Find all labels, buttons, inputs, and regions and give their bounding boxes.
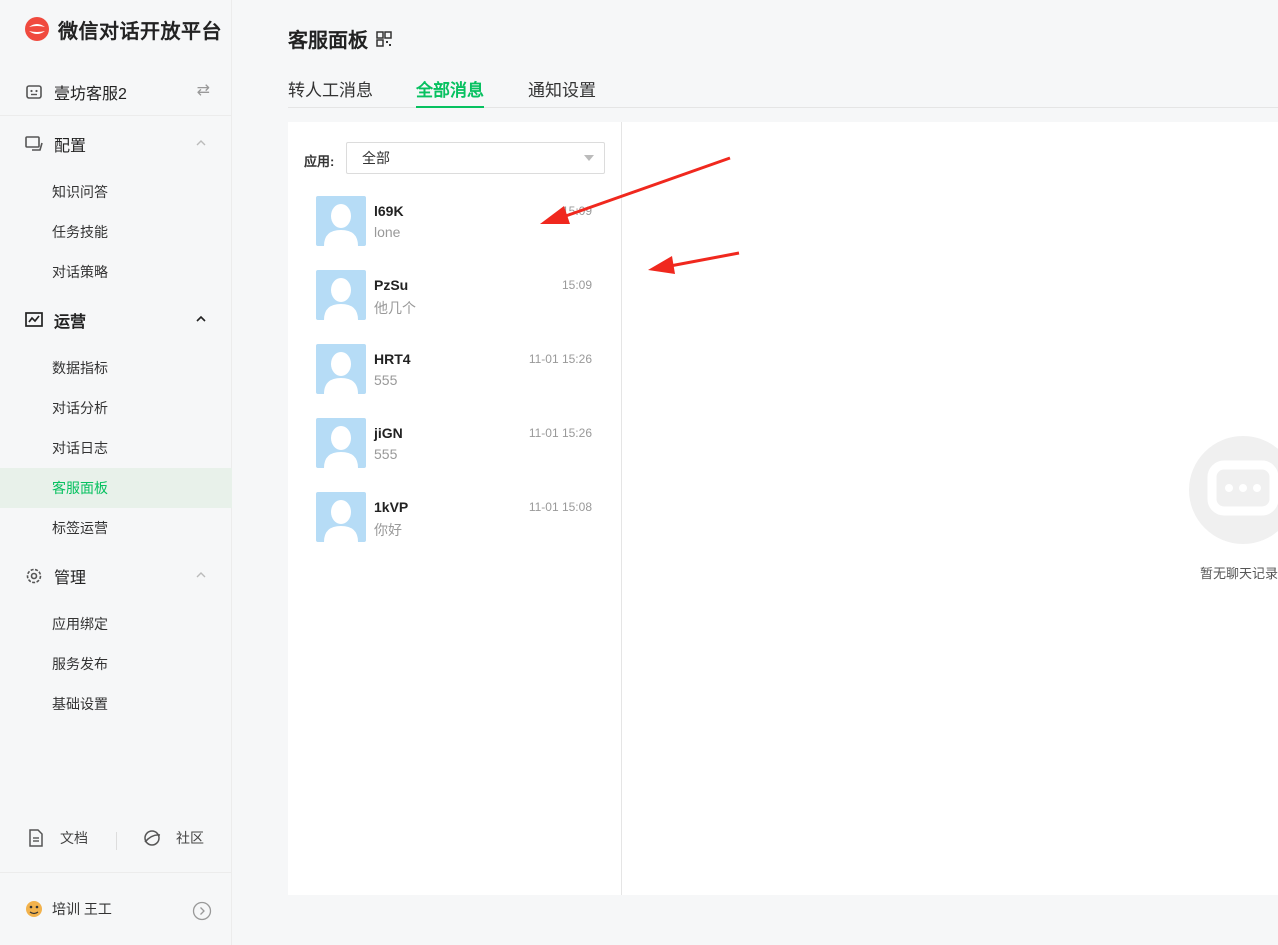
logo-text: 微信对话开放平台 — [58, 20, 222, 43]
page-title: 客服面板 — [288, 24, 392, 53]
contact-name: l69K — [374, 203, 404, 219]
sidebar-item-service-publish[interactable]: 服务发布 — [0, 644, 232, 684]
list-item[interactable]: l69K lone 15:09 — [316, 196, 596, 252]
service-panel: 应用: 全部 l69K lone 15:09 PzSu 他几个 15:09 HR — [288, 122, 1278, 895]
account-switcher[interactable]: 壹坊客服2 ⇄ — [0, 68, 232, 116]
user-silhouette-icon — [324, 426, 358, 468]
sidebar-item-basic-settings[interactable]: 基础设置 — [0, 684, 232, 724]
robot-icon — [26, 84, 42, 99]
nav-group-management[interactable]: 管理 — [0, 552, 232, 600]
sidebar-item-knowledge-qa[interactable]: 知识问答 — [0, 172, 232, 212]
message-time: 15:09 — [561, 204, 592, 218]
tab-notification-settings[interactable]: 通知设置 — [528, 76, 596, 108]
contact-name: jiGN — [374, 425, 403, 441]
last-message: 他几个 — [374, 300, 416, 316]
caret-down-icon — [584, 155, 594, 161]
sidebar-item-tag-operations[interactable]: 标签运营 — [0, 508, 232, 548]
avatar — [316, 492, 366, 542]
chevron-up-icon — [196, 315, 206, 322]
user-silhouette-icon — [324, 204, 358, 246]
nav-group-label: 运营 — [54, 314, 87, 331]
tab-bar: 转人工消息 全部消息 通知设置 — [288, 66, 1278, 108]
avatar — [316, 418, 366, 468]
account-name: 壹坊客服2 — [54, 85, 127, 103]
docs-link[interactable]: 文档 — [26, 828, 88, 848]
message-time: 11-01 15:26 — [528, 426, 592, 440]
sidebar-item-dialog-analysis[interactable]: 对话分析 — [0, 388, 232, 428]
sidebar-item-dialog-strategy[interactable]: 对话策略 — [0, 252, 232, 292]
sidebar-item-data-metrics[interactable]: 数据指标 — [0, 348, 232, 388]
sidebar-item-task-skills[interactable]: 任务技能 — [0, 212, 232, 252]
empty-chat-icon — [1189, 436, 1278, 544]
chevron-up-icon — [196, 140, 206, 146]
conversation-list-pane: 应用: 全部 l69K lone 15:09 PzSu 他几个 15:09 HR — [288, 122, 622, 895]
app-filter-label: 应用: — [304, 154, 335, 169]
contact-name: 1kVP — [374, 499, 409, 515]
logo[interactable]: 微信对话开放平台 — [24, 14, 222, 44]
message-time: 15:09 — [561, 278, 592, 292]
community-link[interactable]: 社区 — [142, 828, 204, 848]
gear-icon — [26, 568, 42, 584]
document-icon — [29, 829, 43, 847]
avatar — [316, 344, 366, 394]
community-icon — [144, 830, 161, 846]
chat-detail-pane: 暂无聊天记录 — [622, 122, 1278, 895]
contact-name: HRT4 — [374, 351, 411, 367]
user-silhouette-icon — [324, 500, 358, 542]
list-item[interactable]: HRT4 555 11-01 15:26 — [316, 344, 596, 400]
docs-label: 文档 — [60, 830, 88, 846]
config-icon — [25, 136, 43, 151]
switch-account-icon[interactable]: ⇄ — [197, 80, 210, 100]
message-time: 11-01 15:08 — [528, 500, 592, 514]
page-title-text: 客服面板 — [288, 30, 368, 52]
avatar — [316, 270, 366, 320]
contact-name: PzSu — [374, 277, 409, 293]
avatar — [316, 196, 366, 246]
list-item[interactable]: jiGN 555 11-01 15:26 — [316, 418, 596, 474]
chart-icon — [25, 312, 43, 327]
app-filter-select[interactable]: 全部 — [346, 142, 605, 174]
divider — [116, 832, 117, 850]
chevron-right-circle-icon[interactable] — [192, 901, 212, 921]
tab-transfer-messages[interactable]: 转人工消息 — [288, 76, 373, 108]
empty-state-text: 暂无聊天记录 — [1200, 566, 1278, 581]
nav-group-label: 配置 — [54, 138, 87, 155]
last-message: 555 — [374, 446, 398, 462]
last-message: lone — [374, 224, 401, 240]
sidebar: 微信对话开放平台 壹坊客服2 ⇄ 配置 知识问答 任务技能 对话策略 运营 数据… — [0, 0, 232, 945]
user-silhouette-icon — [324, 278, 358, 320]
sidebar-item-app-binding[interactable]: 应用绑定 — [0, 604, 232, 644]
app-filter-value: 全部 — [362, 150, 390, 166]
list-item[interactable]: 1kVP 你好 11-01 15:08 — [316, 492, 596, 548]
list-item[interactable]: PzSu 他几个 15:09 — [316, 270, 596, 326]
nav-group-operations[interactable]: 运营 — [0, 296, 232, 344]
message-time: 11-01 15:26 — [528, 352, 592, 366]
avatar — [26, 901, 42, 917]
nav-group-config[interactable]: 配置 — [0, 120, 232, 168]
qrcode-icon[interactable] — [376, 30, 392, 47]
nav-group-label: 管理 — [54, 570, 87, 587]
community-label: 社区 — [176, 830, 204, 846]
user-name: 培训 王工 — [52, 901, 112, 917]
sidebar-item-service-panel[interactable]: 客服面板 — [0, 468, 232, 508]
chevron-up-icon — [196, 572, 206, 578]
user-silhouette-icon — [324, 352, 358, 394]
sidebar-item-dialog-log[interactable]: 对话日志 — [0, 428, 232, 468]
last-message: 555 — [374, 372, 398, 388]
wechat-dialog-logo-icon — [25, 17, 49, 41]
tab-all-messages[interactable]: 全部消息 — [416, 76, 484, 108]
user-profile[interactable]: 培训 王工 — [0, 872, 232, 945]
last-message: 你好 — [374, 522, 402, 538]
bottom-links: 文档 社区 — [0, 816, 232, 866]
